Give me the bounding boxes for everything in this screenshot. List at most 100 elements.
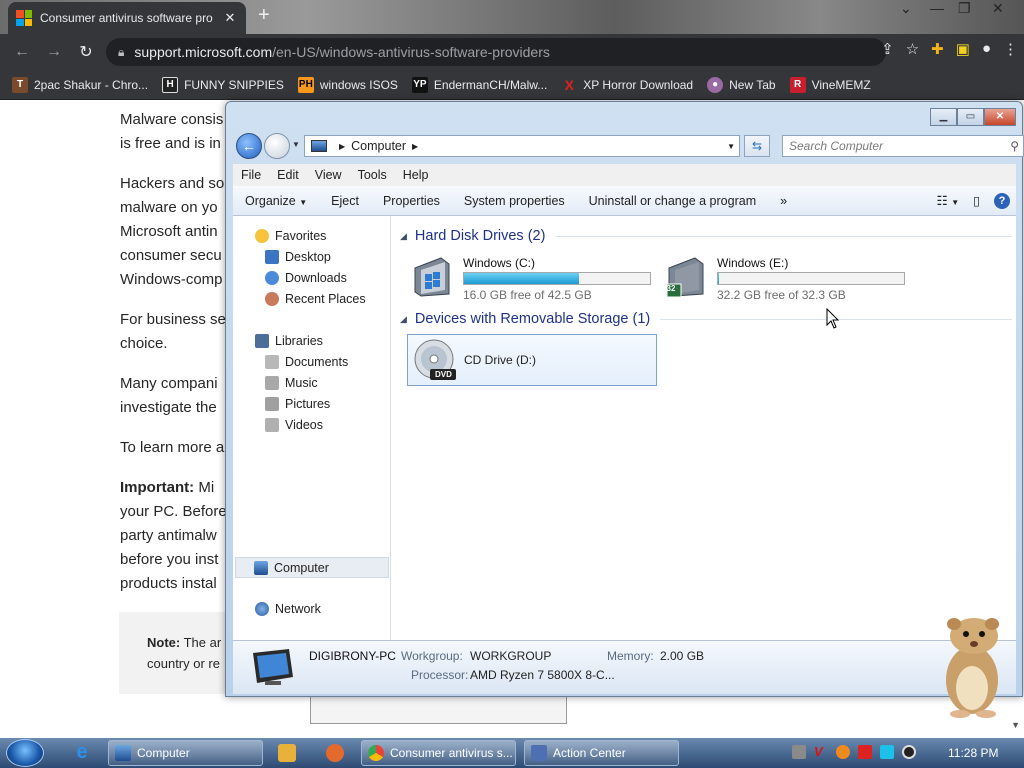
hamster-desktop-pet-icon	[946, 618, 999, 718]
search-placeholder: Search Computer	[789, 139, 884, 153]
reload-icon[interactable]: ↻	[70, 42, 102, 62]
scroll-down-arrow-icon[interactable]: ▼	[1011, 720, 1020, 730]
breadcrumb-arrow-icon[interactable]: ▶	[412, 142, 418, 151]
kebab-menu-icon[interactable]: ⋮	[1003, 40, 1018, 58]
star-icon[interactable]: ☆	[906, 40, 919, 58]
bookmark-item[interactable]: YP EndermanCH/Malw...	[411, 76, 547, 93]
preview-pane-icon[interactable]: ▯	[973, 193, 980, 208]
bookmark-item[interactable]: X XP Horror Download	[561, 77, 694, 93]
new-tab-button[interactable]: +	[258, 4, 270, 27]
clock[interactable]: 11:28 PM	[948, 746, 998, 760]
taskbar-chrome[interactable]: Consumer antivirus s...	[361, 740, 516, 766]
tray-app-icon[interactable]	[792, 745, 806, 759]
paint-icon[interactable]	[326, 744, 344, 762]
nav-label: Desktop	[285, 250, 331, 264]
drive-d-cd[interactable]: DVD CD Drive (D:)	[407, 334, 657, 386]
tray-search-icon[interactable]	[836, 745, 850, 759]
nav-recent-places[interactable]: Recent Places	[265, 292, 366, 306]
breadcrumb-arrow-icon[interactable]: ▶	[339, 142, 345, 151]
bookmark-item[interactable]: PH windows ISOS	[297, 76, 398, 93]
maximize-button[interactable]: ▭	[957, 108, 984, 126]
search-input[interactable]: Search Computer ⚲	[782, 135, 1024, 157]
close-button[interactable]: ✕	[984, 108, 1016, 126]
chrome-tab-strip: Consumer antivirus software pro ✕ + ⌄ — …	[0, 0, 1024, 34]
drive-usage-fill	[718, 273, 719, 284]
drive-c[interactable]: Windows (C:) 16.0 GB free of 42.5 GB	[407, 250, 657, 302]
change-view-icon[interactable]: ☷ ▼	[937, 193, 960, 208]
page-text-line: malware on yo	[120, 199, 218, 216]
tray-monitor-icon[interactable]	[880, 745, 894, 759]
bookmark-item[interactable]: H FUNNY SNIPPIES	[162, 76, 284, 93]
workgroup-label: Workgroup:	[401, 649, 463, 663]
nav-favorites[interactable]: Favorites	[255, 229, 326, 243]
taskbar: e Computer Consumer antivirus s... Actio…	[0, 738, 1024, 768]
minimize-button[interactable]: ▁	[930, 108, 957, 126]
back-arrow-icon[interactable]: ←	[6, 43, 38, 61]
help-icon[interactable]: ?	[994, 192, 1010, 209]
taskbar-computer[interactable]: Computer	[108, 740, 263, 766]
bookmark-item[interactable]: R VineMEMZ	[789, 76, 871, 93]
tray-flag-icon[interactable]	[858, 745, 872, 759]
tray-v-icon[interactable]: V	[814, 745, 828, 759]
collapse-triangle-icon[interactable]: ◢	[400, 231, 407, 242]
nav-label: Videos	[285, 418, 323, 432]
nav-libraries[interactable]: Libraries	[255, 334, 323, 348]
close-tab-icon[interactable]: ✕	[222, 10, 238, 26]
properties-button[interactable]: Properties	[371, 194, 452, 208]
start-button[interactable]	[6, 739, 44, 767]
chevron-down-icon[interactable]: ⌄	[900, 0, 912, 17]
system-properties-button[interactable]: System properties	[452, 194, 577, 208]
forward-button[interactable]	[264, 133, 290, 159]
collapse-triangle-icon[interactable]: ◢	[400, 314, 407, 325]
recent-pages-dropdown-icon[interactable]: ▼	[292, 140, 300, 149]
nav-label: Downloads	[285, 271, 347, 285]
restore-icon[interactable]: ❐	[958, 0, 971, 17]
menu-help[interactable]: Help	[395, 168, 437, 182]
important-line: Important: Mi	[120, 479, 215, 496]
close-window-icon[interactable]: ✕	[992, 0, 1004, 17]
extensions-icon[interactable]: ✚	[931, 40, 944, 58]
taskbar-action-center[interactable]: Action Center	[524, 740, 679, 766]
media-player-icon[interactable]	[278, 744, 296, 762]
group-header-hard-disks[interactable]: ◢ Hard Disk Drives (2)	[400, 228, 1012, 244]
tab-consumer-antivirus[interactable]: Consumer antivirus software pro ✕	[8, 2, 246, 34]
search-icon[interactable]: ⚲	[1010, 136, 1019, 156]
nav-pictures[interactable]: Pictures	[265, 397, 330, 411]
group-header-removable[interactable]: ◢ Devices with Removable Storage (1)	[400, 311, 1012, 327]
nav-network[interactable]: Network	[255, 602, 321, 616]
nav-downloads[interactable]: Downloads	[265, 271, 347, 285]
nav-desktop[interactable]: Desktop	[265, 250, 331, 264]
nav-documents[interactable]: Documents	[265, 355, 348, 369]
details-pane: DIGIBRONY-PC Workgroup: WORKGROUP Memory…	[233, 640, 1016, 694]
refresh-button[interactable]: ⇆	[744, 135, 770, 157]
explorer-address-bar[interactable]: ▶ Computer ▶ ▼	[304, 135, 740, 157]
more-commands-button[interactable]: »	[768, 194, 799, 208]
bookmark-item[interactable]: T 2pac Shakur - Chro...	[12, 76, 148, 93]
drive-e[interactable]: 32 Windows (E:) 32.2 GB free of 32.3 GB	[661, 250, 911, 302]
address-dropdown-icon[interactable]: ▼	[727, 142, 735, 151]
minimize-icon[interactable]: —	[930, 0, 944, 16]
forward-arrow-icon[interactable]: →	[38, 43, 70, 61]
explorer-window: ▁ ▭ ✕ ← ▼ ▶ Computer ▶ ▼ ⇆ Search Comput…	[225, 101, 1024, 697]
side-panel-icon[interactable]: ▣	[956, 40, 970, 58]
internet-explorer-icon[interactable]: e	[70, 741, 94, 765]
profile-avatar-icon[interactable]: ●	[982, 40, 991, 58]
uninstall-program-button[interactable]: Uninstall or change a program	[577, 194, 768, 208]
bookmark-item[interactable]: ● New Tab	[707, 76, 776, 93]
back-button[interactable]: ←	[236, 133, 262, 159]
nav-computer[interactable]: Computer	[235, 557, 389, 578]
share-icon[interactable]: ⇪	[881, 40, 894, 58]
menu-file[interactable]: File	[233, 168, 269, 182]
nav-videos[interactable]: Videos	[265, 418, 323, 432]
pc-name: DIGIBRONY-PC	[309, 649, 396, 663]
menu-view[interactable]: View	[307, 168, 350, 182]
menu-tools[interactable]: Tools	[350, 168, 395, 182]
address-bar[interactable]: 🔒︎ support.microsoft.com /en-US/windows-…	[106, 38, 886, 66]
star-icon	[255, 229, 269, 243]
menu-edit[interactable]: Edit	[269, 168, 307, 182]
organize-button[interactable]: Organize ▼	[233, 194, 319, 208]
tray-volume-icon[interactable]	[902, 745, 916, 759]
breadcrumb-computer[interactable]: Computer	[351, 139, 406, 153]
nav-music[interactable]: Music	[265, 376, 318, 390]
eject-button[interactable]: Eject	[319, 194, 371, 208]
